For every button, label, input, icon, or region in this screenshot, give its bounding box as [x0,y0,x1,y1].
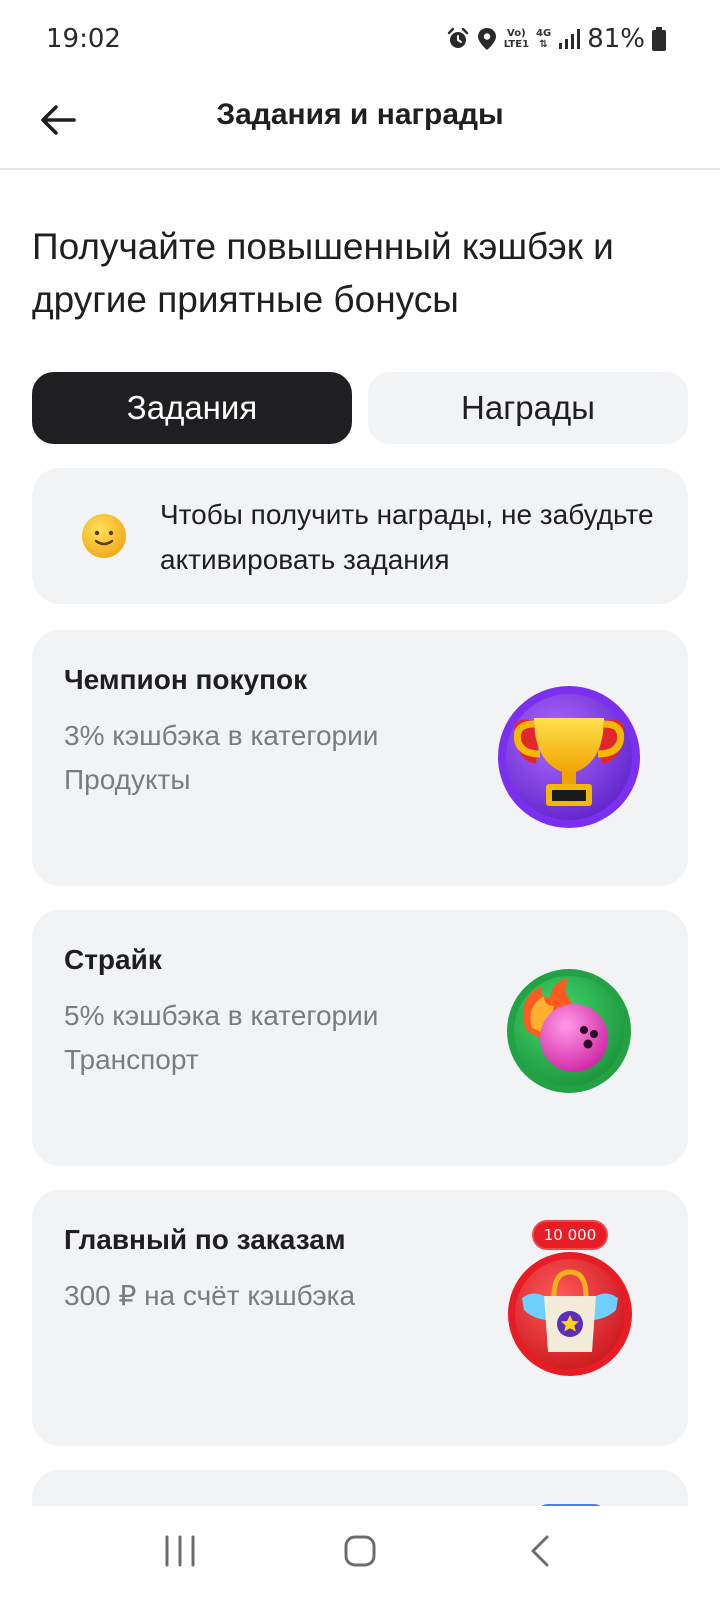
system-nav-bar [0,1506,720,1600]
task-description: 300 ₽ на счёт кэшбэка [64,1280,356,1311]
tab-switcher: Задания Награды [32,372,688,444]
task-title: Страйк [64,944,162,975]
info-text: Чтобы получить награды, не забудьте акти… [160,499,654,575]
reward-amount-badge: 10 000 [532,1220,608,1250]
location-icon [477,27,497,51]
trophy-badge-icon [496,684,642,835]
app-bar: Задания и награды [0,80,720,170]
shopping-bag-badge-icon: 10 000 [506,1220,634,1385]
home-icon [343,1534,377,1573]
battery-percent: 81% [587,24,645,54]
smiley-icon [80,512,128,565]
status-time: 19:02 [46,24,121,54]
home-button[interactable] [320,1518,400,1588]
volte-icon: Vo) LTE1 [503,28,530,50]
network-4g-icon: 4G ⇅ [536,28,552,50]
recent-apps-icon [163,1535,197,1572]
signal-icon [558,28,581,50]
alarm-icon [446,27,470,51]
tab-rewards[interactable]: Награды [368,372,688,444]
status-bar: 19:02 Vo) LTE1 4G ⇅ 81% [0,0,720,80]
back-icon [528,1534,552,1573]
task-title: Чемпион покупок [64,664,308,695]
task-card[interactable]: Главный по заказам 300 ₽ на счёт кэшбэка… [32,1190,688,1446]
system-back-button[interactable] [500,1518,580,1588]
bowling-ball-badge-icon [506,968,632,1099]
task-description: 5% кэшбэка в категории Транспорт [64,1000,379,1075]
tab-tasks[interactable]: Задания [32,372,352,444]
task-title: Главный по заказам [64,1224,346,1255]
recent-apps-button[interactable] [140,1518,220,1588]
task-card[interactable]: Чемпион покупок 3% кэшбэка в категории П… [32,630,688,886]
task-card[interactable]: Страйк 5% кэшбэка в категории Транспорт [32,910,688,1166]
page-title: Задания и награды [216,98,504,131]
info-banner: Чтобы получить награды, не забудьте акти… [32,468,688,604]
status-icons: Vo) LTE1 4G ⇅ 81% [446,22,666,56]
battery-icon [652,27,666,51]
headline: Получайте повышенный кэшбэк и другие при… [32,226,614,320]
task-description: 3% кэшбэка в категории Продукты [64,720,379,795]
